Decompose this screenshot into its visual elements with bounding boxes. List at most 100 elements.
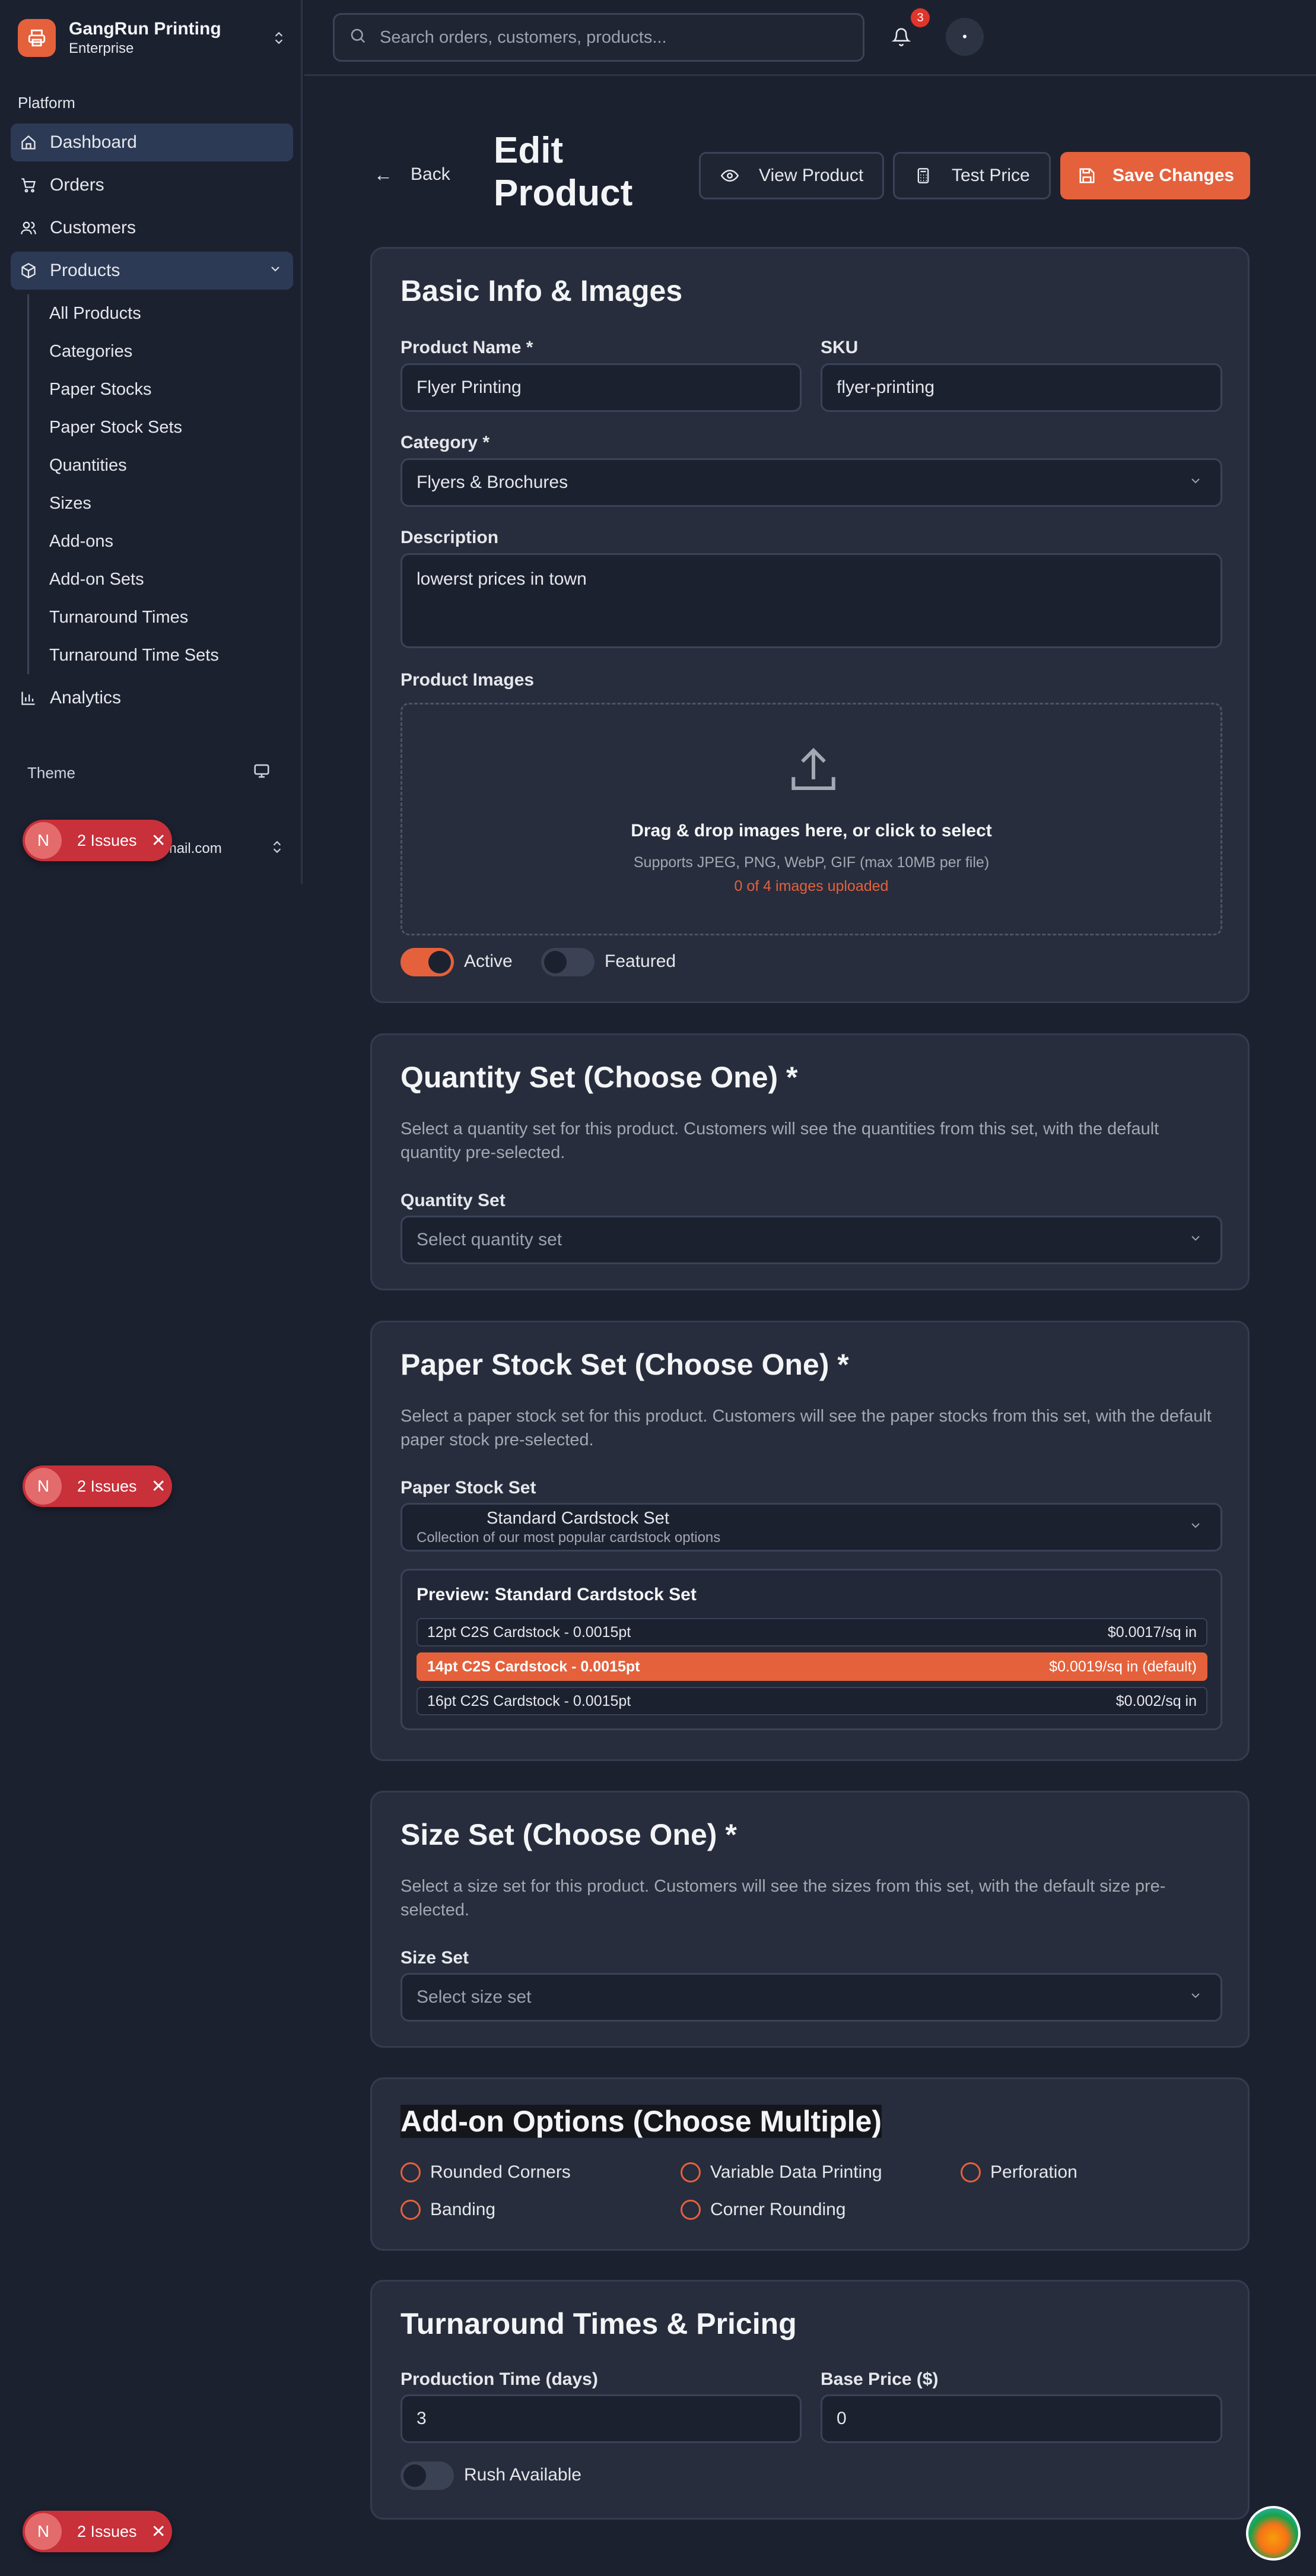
search-bar[interactable] [333,13,864,62]
paper-stock-set-select[interactable]: Standard Cardstock Set Collection of our… [400,1503,1222,1552]
addon-label: Perforation [990,2162,1077,2182]
rush-available-toggle[interactable] [400,2461,454,2490]
addon-option[interactable]: Corner Rounding [681,2200,845,2220]
category-select[interactable]: Flyers & Brochures [400,458,1222,507]
close-icon[interactable]: ✕ [151,1476,166,1497]
quantity-set-select[interactable]: Select quantity set [400,1216,1222,1264]
subnav-item-quantities[interactable]: Quantities [49,446,293,484]
card-title: Basic Info & Images [400,274,683,307]
addon-label: Variable Data Printing [710,2162,882,2182]
eye-icon [721,167,739,185]
preview-title: Preview: Standard Cardstock Set [417,1585,697,1604]
subnav-item-categories[interactable]: Categories [49,332,293,370]
addon-label: Banding [430,2200,496,2219]
sidebar-item-analytics[interactable]: Analytics [11,679,293,717]
sidebar-item-customers[interactable]: Customers [11,209,293,247]
topbar [304,0,1316,76]
sidebar-item-label: Dashboard [50,132,137,152]
issues-badge[interactable]: N 2 Issues ✕ [23,2511,172,2552]
test-price-label: Test Price [952,166,1030,185]
sidebar: GangRun Printing Enterprise Platform Das… [0,0,303,884]
brand-name: GangRun Printing [69,19,221,39]
view-product-button[interactable]: View Product [699,152,884,199]
production-time-field[interactable]: 3 [400,2394,802,2443]
upload-icon [787,744,840,801]
search-input[interactable] [380,27,843,47]
view-product-label: View Product [759,166,864,185]
box-icon [19,261,38,280]
radio-icon [961,2162,981,2182]
product-name-label: Product Name * [400,338,533,357]
size-set-placeholder: Select size set [417,1987,532,2007]
issues-badge[interactable]: N 2 Issues ✕ [23,1465,172,1507]
sidebar-section-label: Platform [18,94,75,112]
base-price-label: Base Price ($) [821,2369,939,2389]
subnav-item-all-products[interactable]: All Products [49,294,293,332]
addon-option[interactable]: Variable Data Printing [681,2162,882,2182]
avatar[interactable]: • [946,18,984,56]
search-icon [349,27,367,49]
addon-option[interactable]: Banding [400,2200,495,2220]
featured-toggle[interactable] [541,948,595,976]
brand-plan: Enterprise [69,40,134,56]
stock-name: 16pt C2S Cardstock - 0.0015pt [427,1692,631,1709]
addon-label: Rounded Corners [430,2162,571,2182]
radio-icon [681,2200,701,2220]
close-icon[interactable]: ✕ [151,2521,166,2542]
monitor-icon[interactable] [253,762,271,784]
description-textarea[interactable]: lowerst prices in town [400,553,1222,648]
image-dropzone[interactable]: Drag & drop images here, or click to sel… [400,703,1222,935]
products-subnav: All Products Categories Paper Stocks Pap… [27,294,293,674]
product-images-label: Product Images [400,670,535,690]
size-set-label: Size Set [400,1948,469,1968]
sidebar-item-label: Customers [50,218,136,237]
addon-option[interactable]: Perforation [961,2162,1077,2182]
product-name-field[interactable]: Flyer Printing [400,363,802,412]
subnav-item-paper-stocks[interactable]: Paper Stocks [49,370,293,408]
stock-name: 14pt C2S Cardstock - 0.0015pt [427,1658,640,1675]
radio-icon [400,2162,421,2182]
back-button[interactable]: ← Back [374,156,450,193]
subnav-item-turnaround-time-sets[interactable]: Turnaround Time Sets [49,636,293,674]
sidebar-item-orders[interactable]: Orders [11,166,293,204]
stock-price: $0.002/sq in [1115,1692,1197,1709]
subnav-item-sizes[interactable]: Sizes [49,484,293,522]
stock-row: 16pt C2S Cardstock - 0.0015pt $0.002/sq … [417,1687,1207,1715]
sku-field[interactable]: flyer-printing [821,363,1222,412]
base-price-field[interactable]: 0 [821,2394,1222,2443]
card-description: Select a quantity set for this product. … [400,1119,1159,1162]
dropzone-title: Drag & drop images here, or click to sel… [631,821,992,840]
subnav-item-add-on-sets[interactable]: Add-on Sets [49,560,293,598]
chevron-down-icon [1188,1517,1203,1537]
subnav-item-paper-stock-sets[interactable]: Paper Stock Sets [49,408,293,446]
issues-label: 2 Issues [77,1477,137,1495]
dropzone-subtitle: Supports JPEG, PNG, WebP, GIF (max 10MB … [633,854,990,871]
basic-info-card: Basic Info & Images Product Name * Flyer… [370,247,1250,1003]
stock-price: $0.0019/sq in (default) [1049,1658,1197,1675]
sidebar-item-dashboard[interactable]: Dashboard [11,123,293,161]
subnav-item-turnaround-times[interactable]: Turnaround Times [49,598,293,636]
card-title: Size Set (Choose One) * [400,1818,737,1851]
issues-label: 2 Issues [77,2522,137,2540]
brand-switcher[interactable]: GangRun Printing Enterprise [18,17,291,59]
active-toggle[interactable] [400,948,454,976]
dropzone-count: 0 of 4 images uploaded [734,878,889,894]
addon-label: Corner Rounding [710,2200,846,2219]
save-changes-button[interactable]: Save Changes [1060,152,1250,199]
close-icon[interactable]: ✕ [151,830,166,851]
sidebar-item-products[interactable]: Products [11,252,293,290]
next-logo-icon: N [25,822,62,859]
bell-icon[interactable] [888,24,914,50]
issues-badge[interactable]: N 2 Issues ✕ [23,820,172,861]
card-description: Select a size set for this product. Cust… [400,1877,1166,1920]
addon-option[interactable]: Rounded Corners [400,2162,571,2182]
save-icon [1078,167,1096,185]
quantity-set-label: Quantity Set [400,1191,506,1210]
subnav-item-add-ons[interactable]: Add-ons [49,522,293,560]
assistant-avatar-button[interactable] [1246,2506,1301,2561]
test-price-button[interactable]: Test Price [893,152,1051,199]
stock-row: 12pt C2S Cardstock - 0.0015pt $0.0017/sq… [417,1618,1207,1647]
rush-available-label: Rush Available [464,2465,581,2485]
size-set-select[interactable]: Select size set [400,1973,1222,2022]
chevrons-up-down-icon [269,839,285,859]
